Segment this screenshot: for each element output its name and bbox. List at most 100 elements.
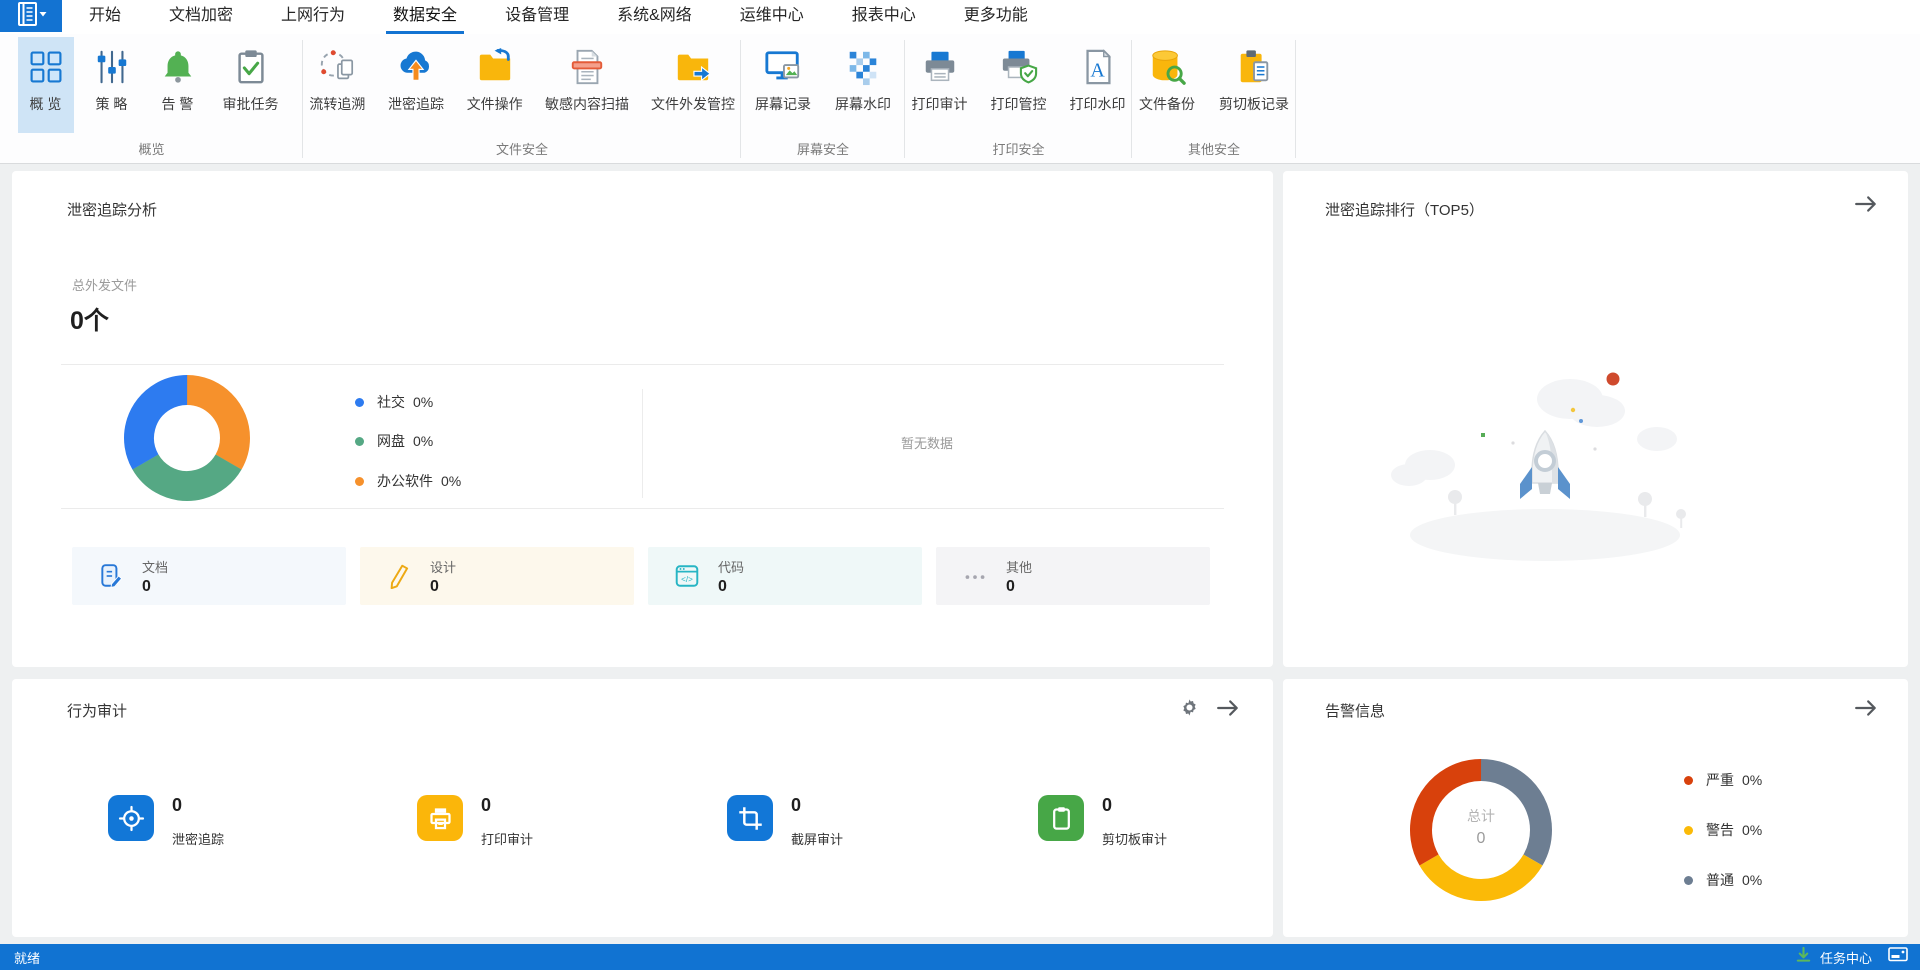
ribbon-item-flow-trace[interactable]: 流转追溯	[303, 37, 372, 133]
ribbon-group-label: 概览	[138, 142, 165, 157]
category-tile-document: 文档 0	[72, 547, 346, 605]
tab-home[interactable]: 开始	[86, 0, 124, 34]
tab-more-features[interactable]: 更多功能	[961, 0, 1031, 34]
card-behavior-audit: 行为审计 0 泄密追踪 0 打印审计 0 截屏审计 0 剪切板审计	[12, 679, 1273, 937]
audit-value: 0	[481, 795, 492, 815]
outgoing-channel-donut-chart	[117, 368, 257, 513]
ribbon-item-label: 屏幕记录	[755, 96, 811, 112]
audit-value: 0	[172, 795, 183, 815]
ribbon-item-label: 告 警	[161, 96, 194, 112]
legend-item-netdisk: 网盘 0%	[355, 431, 433, 451]
ribbon-item-file-operation[interactable]: 文件操作	[460, 37, 529, 133]
ribbon-item-screen-record[interactable]: 屏幕记录	[748, 37, 818, 133]
legend-dot	[1684, 825, 1693, 835]
print-watermark-icon: A	[1079, 43, 1117, 91]
ribbon-item-label: 屏幕水印	[835, 96, 891, 112]
legend-value: 0%	[413, 433, 434, 449]
app-menu-button[interactable]	[0, 0, 62, 32]
ribbon-divider	[904, 40, 905, 158]
svg-text:</>: </>	[681, 575, 693, 584]
sensitive-scan-icon	[568, 43, 606, 91]
gear-icon[interactable]	[1180, 698, 1199, 722]
tile-label: 其他	[1006, 559, 1033, 575]
legend-label: 办公软件	[377, 473, 433, 489]
total-outgoing-value: 0个	[70, 307, 109, 335]
alert-bell-icon	[159, 43, 197, 91]
file-operation-folder-icon	[476, 43, 514, 91]
print-audit-icon	[921, 43, 959, 91]
target-icon	[108, 795, 154, 841]
ribbon-item-clipboard-record[interactable]: 剪切板记录	[1212, 37, 1296, 133]
ribbon-divider	[1295, 40, 1296, 158]
category-tile-design: 设计 0	[360, 547, 634, 605]
ribbon-item-file-backup[interactable]: 文件备份	[1132, 37, 1202, 133]
ribbon-divider	[1131, 40, 1132, 158]
tab-device-mgmt[interactable]: 设备管理	[502, 0, 572, 34]
ribbon-item-label: 打印审计	[911, 96, 968, 112]
audit-value: 0	[791, 795, 802, 815]
document-pen-icon	[96, 563, 126, 589]
ribbon-item-label: 泄密追踪	[388, 96, 445, 112]
flow-trace-icon	[318, 43, 356, 91]
empty-data-text: 暂无数据	[900, 436, 953, 451]
tab-system-network[interactable]: 系统&网络	[614, 0, 695, 34]
arrow-right-icon[interactable]	[1854, 193, 1878, 220]
ribbon-item-policy[interactable]: 策 略	[84, 37, 140, 133]
tab-web-behavior[interactable]: 上网行为	[278, 0, 348, 34]
svg-text:A: A	[1090, 60, 1105, 82]
ribbon-item-leak-trace[interactable]: 泄密追踪	[382, 37, 451, 133]
audit-label: 截屏审计	[791, 832, 844, 847]
alert-donut-center: 总计 0	[1431, 806, 1531, 848]
arrow-right-icon[interactable]	[1216, 697, 1240, 724]
ribbon-item-label: 文件操作	[466, 96, 523, 112]
task-center-button[interactable]: 任务中心	[1820, 948, 1872, 967]
audit-label: 打印审计	[481, 832, 534, 847]
audit-label: 泄密追踪	[172, 832, 225, 847]
ribbon-group-overview: 概 览 策 略 告 警 审批任务 概览	[0, 34, 303, 163]
ribbon-item-alert[interactable]: 告 警	[150, 37, 206, 133]
ribbon-item-print-watermark[interactable]: A 打印水印	[1063, 37, 1132, 133]
ribbon-item-print-control[interactable]: 打印管控	[984, 37, 1053, 133]
category-tile-code: </> 代码 0	[648, 547, 922, 605]
legend-value: 0%	[1742, 772, 1763, 788]
tab-report-center[interactable]: 报表中心	[849, 0, 919, 34]
divider	[61, 364, 1224, 365]
legend-dot	[1684, 875, 1693, 885]
menu-tabs: 开始 文档加密 上网行为 数据安全 设备管理 系统&网络 运维中心 报表中心 更…	[86, 0, 1031, 34]
arrow-right-icon[interactable]	[1854, 697, 1878, 724]
legend-item-warning: 警告 0%	[1684, 820, 1762, 840]
code-window-icon: </>	[672, 563, 702, 589]
ribbon-group-screen-security: 屏幕记录 屏幕水印 屏幕安全	[741, 34, 905, 163]
ribbon-item-file-outgoing[interactable]: 文件外发管控	[645, 37, 741, 133]
legend-item-office-software: 办公软件 0%	[355, 471, 461, 491]
ribbon-item-label: 打印水印	[1069, 96, 1126, 112]
message-icon[interactable]	[1888, 947, 1908, 967]
clipboard-record-icon	[1235, 43, 1273, 91]
ribbon-item-label: 文件备份	[1139, 96, 1195, 112]
divider	[61, 508, 1224, 509]
policy-sliders-icon	[93, 43, 131, 91]
audit-value: 0	[1102, 795, 1113, 815]
tab-doc-encrypt[interactable]: 文档加密	[166, 0, 236, 34]
legend-label: 警告	[1706, 822, 1734, 838]
tab-ops-center[interactable]: 运维中心	[737, 0, 807, 34]
ribbon-item-screen-watermark[interactable]: 屏幕水印	[828, 37, 898, 133]
app-logo-book-icon	[11, 1, 51, 32]
tile-value: 0	[142, 577, 151, 595]
tab-data-security[interactable]: 数据安全	[386, 0, 465, 34]
ribbon-item-sensitive-scan[interactable]: 敏感内容扫描	[539, 37, 635, 133]
menubar: 开始 文档加密 上网行为 数据安全 设备管理 系统&网络 运维中心 报表中心 更…	[0, 0, 1920, 34]
printer-icon	[417, 795, 463, 841]
ribbon-item-label: 概 览	[29, 96, 62, 112]
total-outgoing-label: 总外发文件	[72, 278, 138, 293]
ribbon-item-approval-tasks[interactable]: 审批任务	[216, 37, 286, 133]
ribbon-item-label: 策 略	[95, 96, 128, 112]
category-tile-other: 其他 0	[936, 547, 1210, 605]
approval-tasks-icon	[232, 43, 270, 91]
card-trace-analysis: 泄密追踪分析 总外发文件 0个 社交 0% 网盘 0% 办公软件 0% 暂无数据…	[12, 171, 1273, 667]
ribbon-item-overview[interactable]: 概 览	[17, 37, 74, 133]
app-window: 开始 文档加密 上网行为 数据安全 设备管理 系统&网络 运维中心 报表中心 更…	[0, 0, 1920, 970]
ribbon-item-print-audit[interactable]: 打印审计	[905, 37, 974, 133]
ribbon-group-label: 文件安全	[495, 142, 548, 157]
ribbon-item-label: 文件外发管控	[651, 96, 736, 112]
